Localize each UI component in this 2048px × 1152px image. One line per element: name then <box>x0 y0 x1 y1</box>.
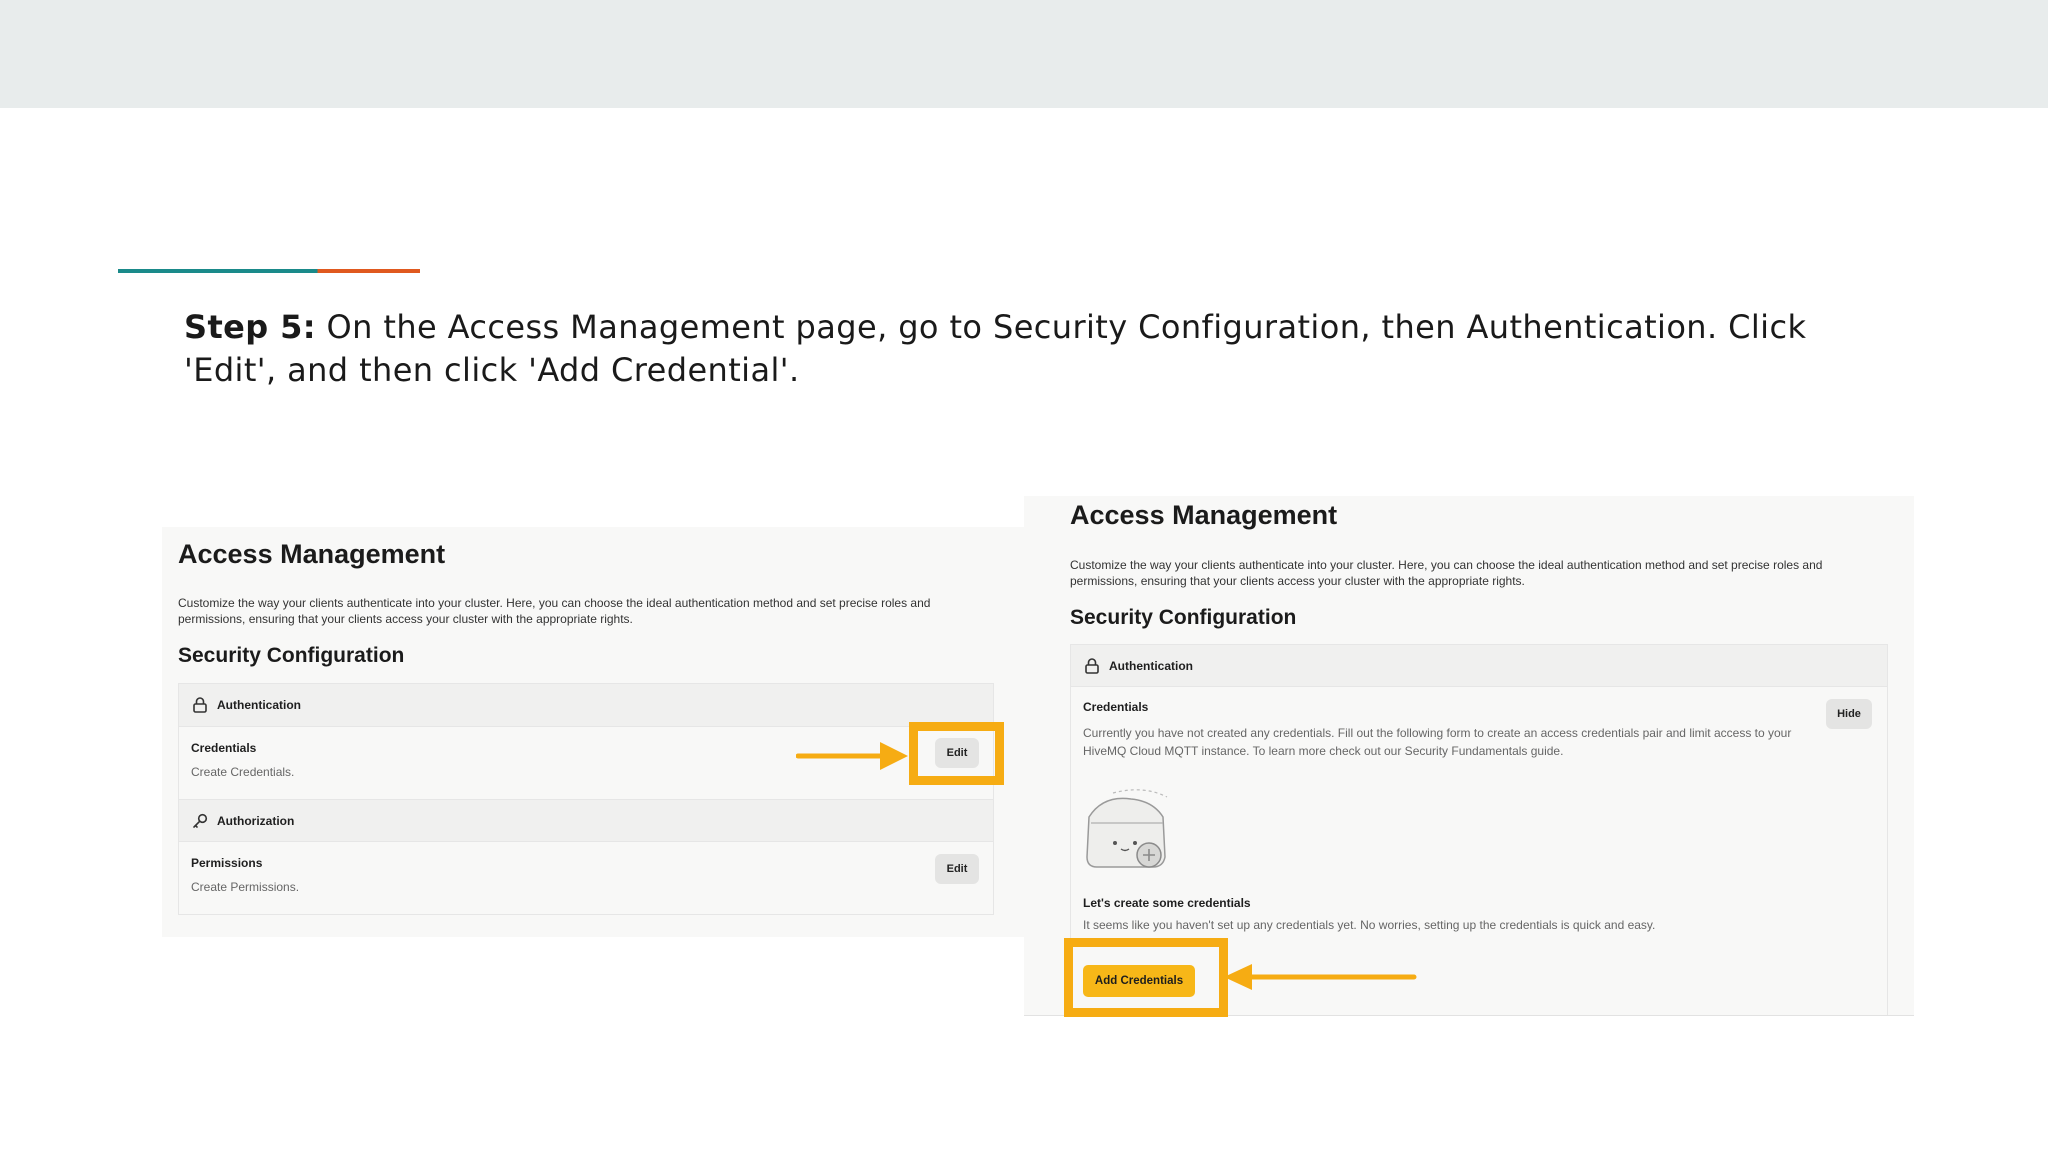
page-title: Access Management <box>178 539 446 569</box>
arrow-icon <box>796 742 908 770</box>
lock-icon <box>191 696 209 714</box>
add-credentials-highlight-box <box>1064 938 1228 1017</box>
top-band <box>0 0 2048 108</box>
page-title: Access Management <box>1070 500 1338 530</box>
accent-line <box>118 269 420 273</box>
permissions-label: Permissions <box>191 856 263 870</box>
authorization-label: Authorization <box>217 813 295 828</box>
authentication-header: Authentication <box>179 684 993 727</box>
empty-state-title: Let's create some credentials <box>1083 896 1251 910</box>
credentials-label: Credentials <box>191 741 257 755</box>
credentials-text: Currently you have not created any crede… <box>1083 726 1792 758</box>
authentication-label: Authentication <box>217 698 301 712</box>
authorization-header: Authorization <box>179 799 993 842</box>
step-label: Step 5: <box>184 308 316 346</box>
step-description: On the Access Management page, go to Sec… <box>184 308 1807 389</box>
empty-state-text: It seems like you haven't set up any cre… <box>1083 918 1656 932</box>
page-description: Customize the way your clients authentic… <box>178 596 931 626</box>
credentials-sub: Create Credentials. <box>191 765 295 779</box>
lock-icon <box>1083 657 1101 675</box>
arrow-icon <box>1224 964 1417 990</box>
credentials-label: Credentials <box>1083 700 1149 714</box>
step-instruction: Step 5: On the Access Management page, g… <box>184 306 1874 392</box>
section-title: Security Configuration <box>1070 606 1297 629</box>
edit-highlight-box <box>909 722 1004 785</box>
authentication-label: Authentication <box>1109 658 1193 673</box>
key-icon <box>191 812 209 830</box>
folder-illustration-icon <box>1083 787 1173 871</box>
page-description: Customize the way your clients authentic… <box>1070 558 1823 588</box>
section-title: Security Configuration <box>178 644 405 667</box>
security-config-panel: Authentication Credentials Create Creden… <box>178 683 994 915</box>
access-management-screenshot-left: Access Management Customize the way your… <box>162 527 1027 937</box>
permissions-sub: Create Permissions. <box>191 880 300 894</box>
edit-permissions-button[interactable]: Edit <box>935 854 979 884</box>
hide-button[interactable]: Hide <box>1826 699 1872 729</box>
authentication-header: Authentication <box>1071 645 1887 687</box>
